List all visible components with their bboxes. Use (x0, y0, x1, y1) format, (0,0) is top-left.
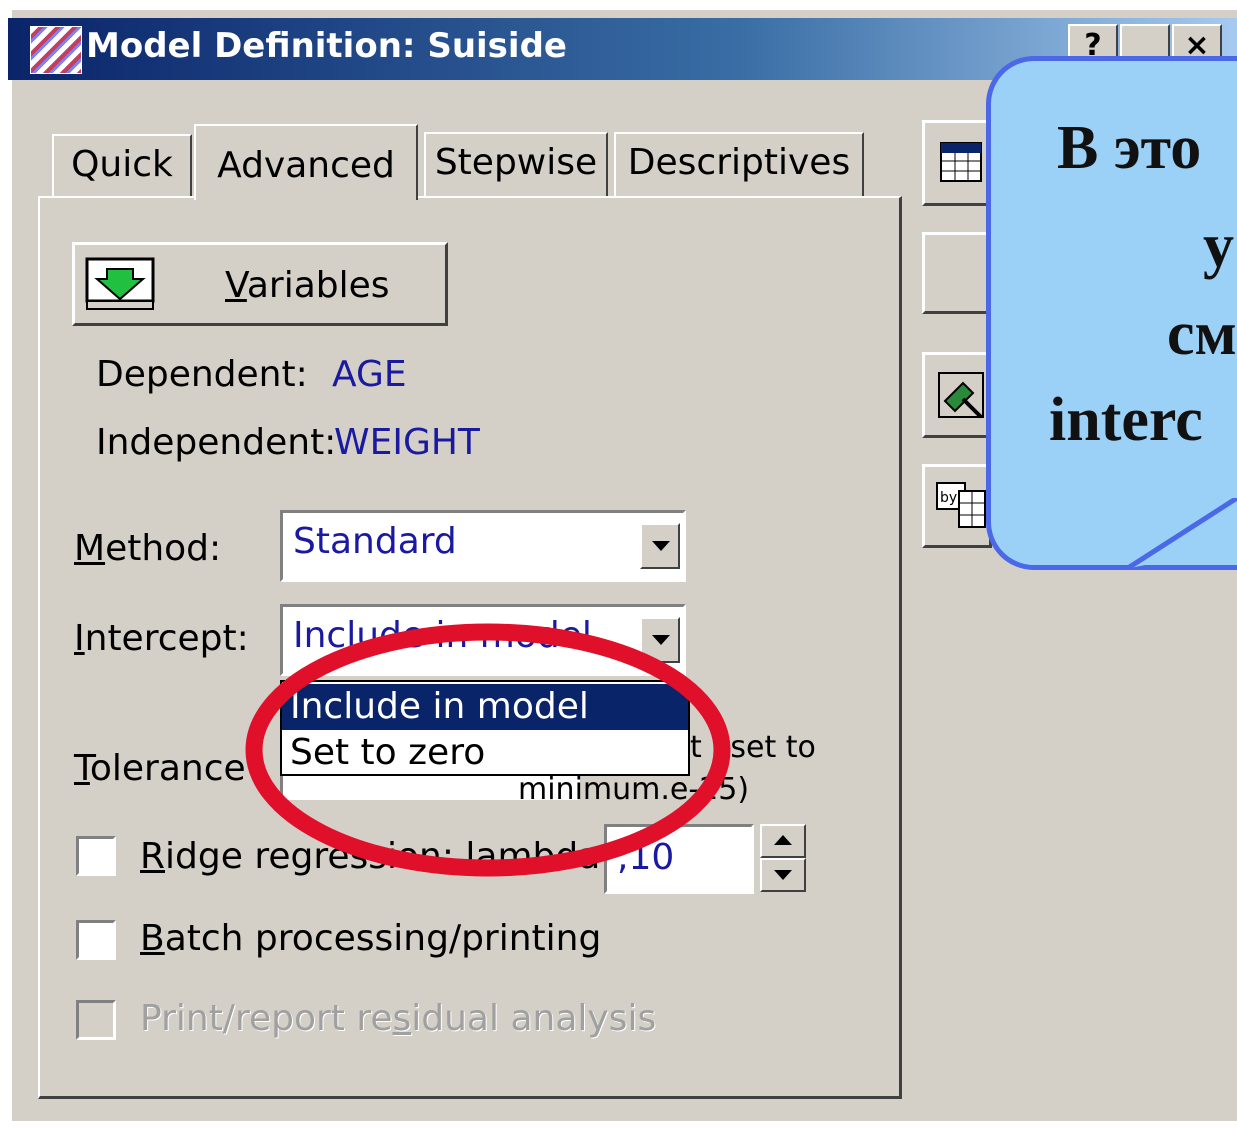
tab-quick[interactable]: Quick (52, 134, 192, 196)
batch-label: Batch processing/printing (140, 918, 602, 959)
lambda-input[interactable]: ,10 (604, 824, 754, 894)
tolerance-note-2: minimum.e-25) (518, 772, 750, 807)
callout-tail (1126, 498, 1237, 571)
tab-advanced[interactable]: Advanced (194, 124, 418, 200)
cancel-button[interactable] (922, 232, 992, 314)
svg-text:by: by (940, 490, 957, 506)
intercept-select[interactable]: Include in model (280, 604, 686, 676)
table-icon (940, 142, 982, 182)
callout-line-3: см (1167, 300, 1237, 368)
tab-descriptives[interactable]: Descriptives (614, 132, 864, 196)
independent-value: WEIGHT (334, 422, 480, 463)
chevron-down-icon[interactable] (640, 617, 680, 663)
tolerance-label: Tolerance (74, 748, 246, 789)
residual-label: Print/report residual analysis (140, 998, 657, 1039)
batch-checkbox[interactable] (76, 920, 116, 960)
lambda-value: ,10 (617, 837, 675, 878)
by-group-icon: by (936, 482, 986, 528)
by-group-button[interactable]: by (922, 464, 992, 548)
option-include-in-model[interactable]: Include in model (282, 684, 688, 730)
tab-stepwise[interactable]: Stepwise (424, 132, 608, 196)
residual-checkbox[interactable] (76, 1000, 116, 1040)
callout-line-2: у (1203, 212, 1234, 280)
dependent-label: Dependent: (96, 354, 308, 395)
method-select[interactable]: Standard (280, 510, 686, 582)
independent-label: Independent: (96, 422, 337, 463)
lambda-spinner[interactable] (760, 824, 806, 892)
hammer-icon (938, 372, 984, 419)
callout-bubble: В это у см interc (986, 56, 1237, 570)
intercept-label: Intercept: (74, 618, 249, 659)
method-value: Standard (293, 521, 457, 562)
ridge-checkbox[interactable] (76, 836, 116, 876)
variables-label: Variables (225, 265, 390, 306)
callout-line-1: В это (1057, 114, 1202, 182)
chevron-down-icon[interactable] (640, 523, 680, 569)
variables-icon (85, 257, 155, 310)
ok-button[interactable] (922, 120, 992, 206)
spin-up-button[interactable] (760, 824, 806, 858)
ridge-label: Ridge regression; lambda: (140, 836, 613, 877)
tolerance-note: t set to (690, 730, 816, 765)
variables-button[interactable]: Variables (72, 242, 448, 326)
method-label: Method: (74, 528, 222, 569)
callout-line-4: interc (1049, 386, 1203, 454)
app-icon (30, 26, 82, 74)
options-button[interactable] (922, 352, 992, 438)
intercept-dropdown-list: Include in model Set to zero (280, 680, 690, 776)
spin-down-button[interactable] (760, 858, 806, 892)
option-set-to-zero[interactable]: Set to zero (282, 730, 688, 776)
window-title: Model Definition: Suiside (86, 26, 567, 66)
dependent-value: AGE (332, 354, 407, 395)
intercept-value: Include in model (293, 615, 592, 656)
